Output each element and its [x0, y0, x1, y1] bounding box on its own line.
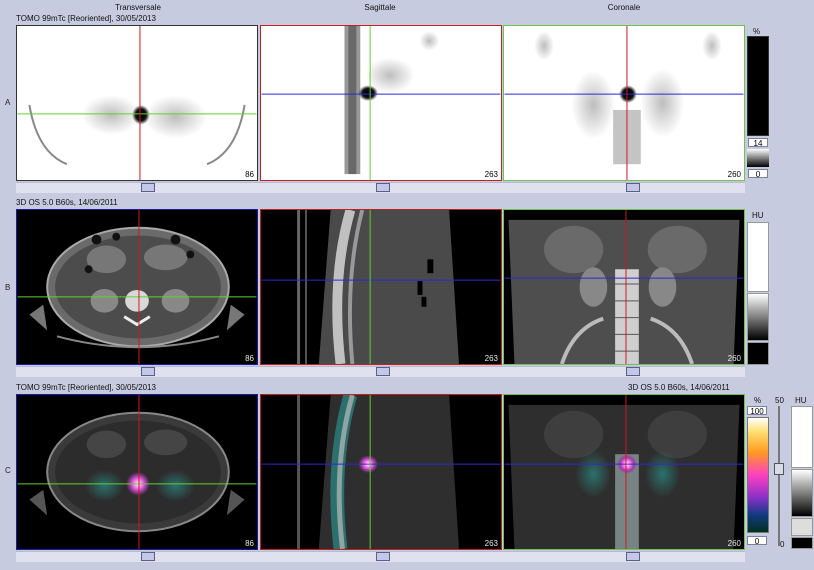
- scale-c-colorbar[interactable]: [747, 417, 769, 533]
- scale-b-window-bottom[interactable]: [747, 342, 769, 365]
- ct-transversale-image: [17, 210, 257, 364]
- scale-a-gradient: [747, 149, 769, 167]
- scale-c-hu-gradient[interactable]: [791, 469, 813, 517]
- scale-c-max[interactable]: 100: [747, 406, 767, 416]
- blend-slider-thumb[interactable]: [774, 463, 784, 475]
- ct-coronale-image: [504, 210, 744, 364]
- row-c-sagittale-slider[interactable]: [376, 552, 390, 561]
- row-c-title-left: TOMO 99mTc [Reoriented], 30/05/2013: [16, 383, 156, 392]
- scale-c-unit-pct: %: [754, 396, 762, 405]
- row-a-sagittale-slider[interactable]: [376, 183, 390, 192]
- slice-number: 260: [727, 539, 741, 548]
- row-a-sagittale-view[interactable]: 263: [260, 25, 502, 181]
- row-b-title: 3D OS 5.0 B60s, 14/06/2011: [16, 198, 118, 207]
- blend-slider-track[interactable]: [774, 406, 785, 546]
- row-c-sagittale-view[interactable]: 263: [260, 394, 502, 550]
- scale-c-hu-bottom[interactable]: [791, 537, 813, 549]
- fusion-transversale-image: [17, 395, 257, 549]
- row-b-sagittale-slider[interactable]: [376, 367, 390, 376]
- scale-c-hu-mid[interactable]: [791, 518, 813, 536]
- row-c-title-right: 3D OS 5.0 B60s, 14/06/2011: [628, 383, 730, 392]
- scale-a-unit: %: [753, 27, 761, 36]
- row-b-sagittale-view[interactable]: 263: [260, 209, 502, 365]
- scale-a-min[interactable]: 0: [748, 169, 768, 179]
- scale-a-value[interactable]: 14: [748, 138, 768, 148]
- slice-number: 86: [245, 170, 254, 179]
- spect-coronale-image: [504, 26, 744, 180]
- scale-c-unit-hu: HU: [795, 396, 807, 405]
- row-c-coronale-view[interactable]: 260: [503, 394, 745, 550]
- scale-a-colorbar[interactable]: [747, 36, 769, 136]
- scale-b-window-top[interactable]: [747, 222, 769, 292]
- row-a-title: TOMO 99mTc [Reoriented], 30/05/2013: [16, 14, 156, 23]
- header-sagittale: Sagittale: [364, 3, 396, 12]
- slice-number: 86: [245, 354, 254, 363]
- scale-b-unit: HU: [752, 211, 764, 220]
- slice-number: 260: [727, 170, 741, 179]
- row-b-transversale-view[interactable]: 86: [16, 209, 258, 365]
- row-b-transversale-slider[interactable]: [141, 367, 155, 376]
- row-b-coronale-slider[interactable]: [626, 367, 640, 376]
- row-a-label: A: [5, 98, 11, 107]
- row-a-transversale-slider[interactable]: [141, 183, 155, 192]
- scale-c-hu-top[interactable]: [791, 406, 813, 468]
- row-a-coronale-view[interactable]: 260: [503, 25, 745, 181]
- row-c-transversale-slider[interactable]: [141, 552, 155, 561]
- slice-number: 263: [484, 170, 498, 179]
- ct-sagittale-image: [261, 210, 501, 364]
- fusion-coronale-image: [504, 395, 744, 549]
- spect-transversale-image: [17, 26, 257, 180]
- row-c-transversale-view[interactable]: 86: [16, 394, 258, 550]
- scale-b-gradient[interactable]: [747, 293, 769, 341]
- row-c-coronale-slider[interactable]: [626, 552, 640, 561]
- spect-sagittale-image: [261, 26, 501, 180]
- row-c-label: C: [5, 466, 11, 475]
- header-transversale: Transversale: [115, 3, 161, 12]
- scale-c-min[interactable]: 0: [747, 536, 767, 546]
- blend-value: 50: [775, 396, 784, 405]
- fusion-sagittale-image: [261, 395, 501, 549]
- slice-number: 86: [245, 539, 254, 548]
- row-a-coronale-slider[interactable]: [626, 183, 640, 192]
- row-b-label: B: [5, 283, 11, 292]
- header-coronale: Coronale: [607, 3, 641, 12]
- scale-c-hu-min: 0: [780, 540, 785, 549]
- row-b-coronale-view[interactable]: 260: [503, 209, 745, 365]
- slice-number: 263: [484, 539, 498, 548]
- slice-number: 260: [727, 354, 741, 363]
- row-a-transversale-view[interactable]: 86: [16, 25, 258, 181]
- slice-number: 263: [484, 354, 498, 363]
